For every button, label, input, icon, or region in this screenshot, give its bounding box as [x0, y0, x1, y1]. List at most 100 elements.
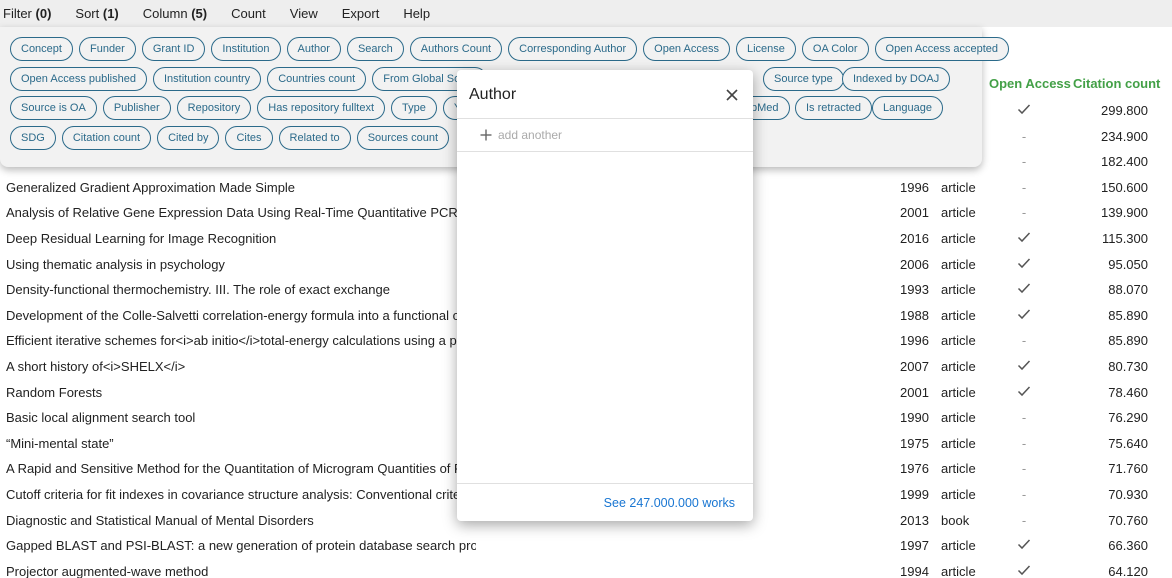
menu-sort[interactable]: Sort (1): [75, 6, 118, 21]
filter-chip-publisher[interactable]: Publisher: [102, 96, 171, 121]
work-type: article: [941, 461, 976, 477]
filter-chip-grant-id[interactable]: Grant ID: [141, 37, 206, 61]
divider: [457, 483, 753, 484]
filter-chip-institution[interactable]: Institution: [211, 37, 281, 61]
filter-chip-oa-color[interactable]: OA Color: [801, 37, 869, 61]
check-icon: [1017, 257, 1031, 272]
dash-icon: -: [1021, 205, 1027, 221]
filter-chip-open-access-published[interactable]: Open Access published: [10, 66, 147, 91]
citation-count: 78.460: [1108, 384, 1148, 400]
citation-count: 80.730: [1108, 359, 1148, 374]
menu-column[interactable]: Column (5): [143, 6, 207, 21]
filter-chip-corresponding-author[interactable]: Corresponding Author: [508, 37, 638, 61]
filter-chip-cites[interactable]: Cites: [225, 125, 273, 150]
filter-chip-citation-count[interactable]: Citation count: [61, 125, 152, 150]
filter-chip-sources-count[interactable]: Sources count: [356, 125, 450, 150]
dash-icon: -: [1021, 512, 1027, 528]
work-type: article: [941, 487, 976, 502]
filter-chip-is-retracted[interactable]: Is retracted: [795, 96, 873, 121]
work-type: article: [941, 179, 976, 195]
filter-chip-open-access[interactable]: Open Access: [643, 37, 730, 61]
work-title: Development of the Colle-Salvetti correl…: [6, 307, 476, 323]
work-title: Gapped BLAST and PSI-BLAST: a new genera…: [6, 538, 476, 554]
column-header-citation-count[interactable]: Citation count: [1073, 76, 1160, 91]
filter-chip-has-repository-fulltext[interactable]: Has repository fulltext: [257, 96, 386, 121]
add-author-input[interactable]: [498, 128, 698, 142]
filter-chip-author[interactable]: Author: [286, 37, 341, 61]
work-type: article: [941, 205, 976, 221]
work-year: 1988: [900, 307, 929, 323]
column-header-open-access[interactable]: Open Access: [989, 76, 1071, 91]
see-works-link[interactable]: See 247.000.000 works: [604, 496, 735, 510]
menu-view[interactable]: View: [290, 6, 318, 21]
menu-export[interactable]: Export: [342, 6, 380, 21]
divider: [457, 118, 753, 119]
filter-chip-source-type[interactable]: Source type: [763, 66, 844, 91]
work-title: Cutoff criteria for fit indexes in covar…: [6, 487, 476, 502]
filter-chip-countries-count[interactable]: Countries count: [267, 66, 367, 91]
citation-count: 66.360: [1108, 538, 1148, 554]
filter-chip-search[interactable]: Search: [346, 37, 404, 61]
divider: [457, 151, 753, 152]
dash-icon: -: [1021, 154, 1027, 170]
menu-filter[interactable]: Filter (0): [3, 6, 51, 21]
add-another-row[interactable]: [479, 128, 698, 142]
dash-icon: -: [1021, 487, 1027, 502]
citation-count: 70.930: [1108, 487, 1148, 502]
filter-chip-indexed-by-doaj[interactable]: Indexed by DOAJ: [842, 66, 951, 91]
work-title: Deep Residual Learning for Image Recogni…: [6, 231, 277, 246]
filter-chip-open-access-accepted[interactable]: Open Access accepted: [874, 37, 1010, 61]
menu-count: (5): [191, 6, 208, 21]
filter-chip-license[interactable]: License: [735, 37, 796, 61]
menu-count: (1): [102, 6, 119, 21]
table-row[interactable]: Projector augmented-wave method 1994 artic…: [0, 559, 1172, 578]
work-year: 2001: [900, 384, 929, 400]
filter-chip-language[interactable]: Language: [872, 96, 943, 121]
filter-chip-sdg[interactable]: SDG: [10, 125, 56, 150]
filter-chip-cited-by[interactable]: Cited by: [157, 125, 220, 150]
menu-help[interactable]: Help: [403, 6, 430, 21]
filter-chip-institution-country[interactable]: Institution country: [152, 66, 262, 91]
work-type: article: [941, 384, 976, 400]
filter-chip-repository[interactable]: Repository: [176, 96, 252, 121]
work-year: 1990: [900, 410, 929, 426]
dash-icon: -: [1021, 410, 1027, 426]
filter-chip-authors-count[interactable]: Authors Count: [409, 37, 503, 61]
citation-count: 115.300: [1101, 231, 1148, 246]
filter-chip-concept[interactable]: Concept: [10, 37, 73, 61]
citation-count: 64.120: [1108, 563, 1148, 578]
menu-count[interactable]: Count: [231, 6, 266, 21]
work-type: article: [941, 359, 976, 374]
citation-count: 85.890: [1108, 307, 1148, 323]
plus-icon[interactable]: [479, 128, 493, 142]
filter-chip-related-to[interactable]: Related to: [278, 125, 351, 150]
filter-chip-funder[interactable]: Funder: [78, 37, 136, 61]
menu-count: (0): [35, 6, 52, 21]
work-type: article: [941, 282, 976, 298]
citation-count: 71.760: [1108, 461, 1148, 477]
citation-count: 70.760: [1108, 512, 1148, 528]
filter-chip-source-is-oa[interactable]: Source is OA: [10, 96, 97, 121]
dash-icon: -: [1021, 179, 1027, 195]
work-title: “Mini-mental state”: [6, 435, 114, 451]
citation-count: 299.800: [1101, 103, 1148, 118]
work-year: 2013: [900, 512, 929, 528]
work-type: book: [941, 512, 970, 528]
work-title: Density-functional thermochemistry. III.…: [6, 282, 390, 298]
filter-chip-type[interactable]: Type: [391, 96, 437, 121]
check-icon: [1017, 231, 1031, 246]
dialog-title: Author: [469, 86, 517, 103]
work-year: 1993: [900, 282, 929, 298]
menu-bar: Filter (0) Sort (1) Column (5) Count View Exp…: [0, 0, 1172, 27]
citation-count: 75.640: [1108, 435, 1148, 451]
citation-count: 234.900: [1101, 128, 1148, 144]
work-type: article: [941, 410, 976, 426]
citation-count: 139.900: [1101, 205, 1148, 221]
table-row[interactable]: Gapped BLAST and PSI-BLAST: a new genera…: [0, 533, 1172, 559]
work-title: Random Forests: [6, 384, 103, 400]
close-icon[interactable]: [723, 86, 741, 104]
dash-icon: -: [1021, 333, 1027, 349]
work-year: 2006: [900, 256, 929, 272]
menu-label: View: [289, 6, 318, 21]
menu-label: Sort: [75, 6, 100, 21]
